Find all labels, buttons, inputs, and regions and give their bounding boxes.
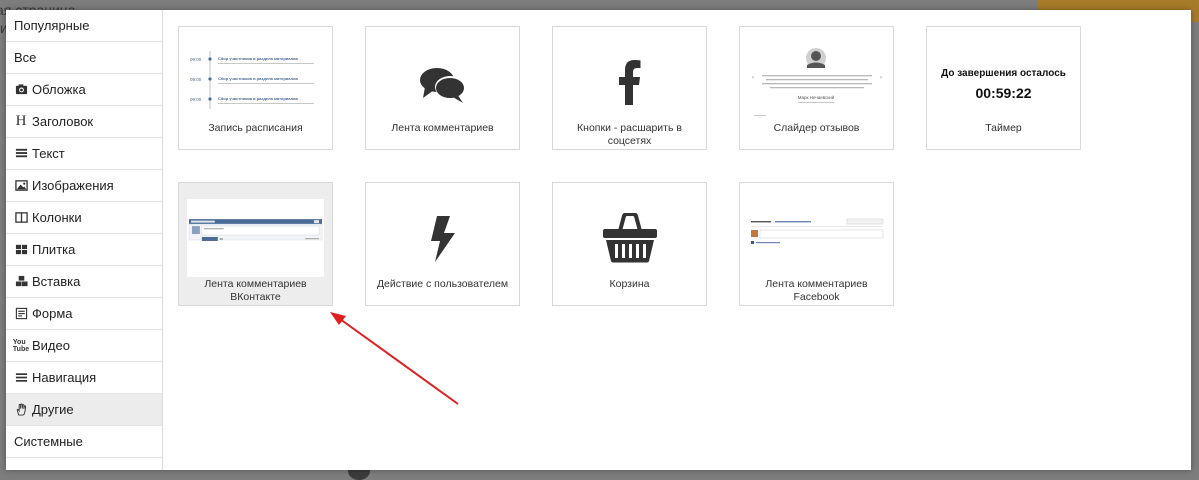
category-cover[interactable]: Обложка: [6, 74, 162, 106]
svg-text:09:00: 09:00: [190, 77, 202, 82]
svg-text:Сбор участников в раздела мате: Сбор участников в раздела материалов: [218, 96, 298, 101]
category-embed[interactable]: Вставка: [6, 266, 162, 298]
svg-text:Сбор участников в раздела мате: Сбор участников в раздела материалов: [218, 56, 298, 61]
menu-icon: [14, 371, 28, 385]
block-label: Кнопки - расшарить в соцсетях: [577, 122, 682, 147]
timer-value: 00:59:22: [975, 85, 1032, 101]
block-label: Действие с пользователем: [376, 278, 509, 290]
heading-icon: H: [15, 113, 27, 129]
category-heading[interactable]: H Заголовок: [6, 106, 162, 138]
image-icon: [14, 179, 28, 193]
category-label: Форма: [32, 306, 73, 321]
category-label: Навигация: [32, 370, 97, 385]
block-label: Таймер: [985, 122, 1022, 134]
block-schedule[interactable]: 09:00 Сбор участников в раздела материал…: [178, 26, 333, 150]
category-system[interactable]: Системные: [6, 426, 162, 458]
block-library-modal: Популярные Все Обложка H Заголовок Текст…: [6, 10, 1191, 470]
category-label: Обложка: [32, 82, 86, 97]
category-label: Все: [14, 50, 37, 65]
block-label: Лента комментариев: [391, 122, 494, 134]
facebook-comments-preview: [740, 211, 893, 255]
category-tiles[interactable]: Плитка: [6, 234, 162, 266]
svg-text:Сбор участников в раздела мате: Сбор участников в раздела материалов: [218, 76, 298, 81]
tiles-icon: [14, 243, 28, 257]
schedule-preview-row: 09:00 Сбор участников в раздела материал…: [190, 76, 314, 84]
block-label: Слайдер отзывов: [773, 122, 860, 134]
block-user-action[interactable]: Действие с пользователем: [365, 182, 520, 306]
text-lines-icon: [14, 147, 28, 161]
comments-icon: [366, 65, 519, 105]
camera-icon: [14, 83, 28, 97]
category-sidebar: Популярные Все Обложка H Заголовок Текст…: [6, 10, 163, 470]
review-author: Марк Нечаевский: [798, 94, 835, 100]
vk-comments-preview: [187, 199, 324, 277]
category-label: Заголовок: [32, 114, 94, 129]
svg-text:›: ›: [880, 75, 882, 81]
facebook-icon: [553, 59, 706, 105]
block-comments-feed[interactable]: Лента комментариев: [365, 26, 520, 150]
svg-text:09:00: 09:00: [190, 57, 202, 62]
category-label: Вставка: [32, 274, 81, 289]
columns-icon: [14, 211, 28, 225]
blocks-grid: 09:00 Сбор участников в раздела материал…: [163, 10, 1191, 470]
youtube-icon: You Tube: [12, 338, 30, 353]
category-label: Другие: [32, 402, 74, 417]
block-label: Запись расписания: [208, 122, 303, 134]
category-text[interactable]: Текст: [6, 138, 162, 170]
block-label: Лента комментариев ВКонтакте: [204, 278, 307, 303]
category-label: Популярные: [14, 18, 90, 33]
block-reviews-slider[interactable]: ‹ › Марк Нечаевский Слайдер отзывов: [739, 26, 894, 150]
category-form[interactable]: Форма: [6, 298, 162, 330]
category-label: Видео: [32, 338, 70, 353]
schedule-preview-row: 09:00 Сбор участников в раздела материал…: [190, 96, 314, 104]
block-label: Корзина: [609, 278, 650, 290]
category-video[interactable]: You Tube Видео: [6, 330, 162, 362]
svg-text:09:00: 09:00: [190, 97, 202, 102]
basket-icon: [553, 213, 706, 263]
category-label: Системные: [14, 434, 83, 449]
form-icon: [14, 307, 28, 321]
lightning-icon: [366, 215, 519, 263]
category-popular[interactable]: Популярные: [6, 10, 162, 42]
block-vk-comments[interactable]: Лента комментариев ВКонтакте: [178, 182, 333, 306]
category-label: Плитка: [32, 242, 76, 257]
category-label: Изображения: [32, 178, 114, 193]
block-share-buttons[interactable]: Кнопки - расшарить в соцсетях: [552, 26, 707, 150]
hand-icon: [14, 403, 28, 417]
block-label: Лента комментариев Facebook: [765, 278, 868, 303]
category-columns[interactable]: Колонки: [6, 202, 162, 234]
reviews-preview: ‹ › Марк Нечаевский: [740, 45, 893, 119]
category-label: Текст: [32, 146, 65, 161]
block-timer[interactable]: До завершения осталось 00:59:22 Таймер: [926, 26, 1081, 150]
category-label: Колонки: [32, 210, 82, 225]
block-facebook-comments[interactable]: Лента комментариев Facebook: [739, 182, 894, 306]
category-images[interactable]: Изображения: [6, 170, 162, 202]
category-all[interactable]: Все: [6, 42, 162, 74]
svg-text:‹: ‹: [752, 75, 754, 81]
block-cart[interactable]: Корзина: [552, 182, 707, 306]
cubes-icon: [14, 275, 28, 289]
schedule-preview: 09:00 Сбор участников в раздела материал…: [179, 49, 332, 111]
category-other[interactable]: Другие: [6, 394, 162, 426]
category-navigation[interactable]: Навигация: [6, 362, 162, 394]
schedule-preview-row: 09:00 Сбор участников в раздела материал…: [190, 56, 314, 64]
timer-title: До завершения осталось: [941, 68, 1066, 79]
